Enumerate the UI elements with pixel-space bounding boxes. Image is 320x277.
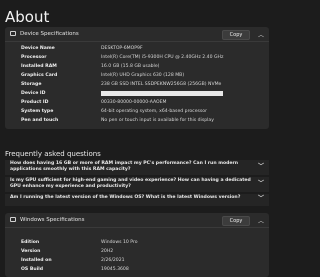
spec-value: No pen or touch input is available for t… [101,118,214,123]
spec-row-os-build: OS Build 19045.3608 [5,265,269,274]
faq-item[interactable]: How does having 16 GB or more of RAM imp… [5,160,269,175]
spec-key: OS Build [21,267,44,272]
spec-row-product-id: Product ID 00330-80000-00000-AAOEM [5,98,269,107]
spec-row-system-type: System type 64-bit operating system, x64-… [5,107,269,116]
chevron-up-icon[interactable]: ︿ [258,30,264,39]
device-specifications-card: Device Specifications Copy ︿ Device Name… [5,27,269,129]
spec-value: 20H2 [101,249,114,254]
spec-key: Pen and touch [21,118,59,123]
copy-windows-specs-button[interactable]: Copy [222,216,250,226]
spec-key: Product ID [21,100,49,105]
faq-question: How does having 16 GB or more of RAM imp… [10,161,239,172]
spec-value: DESKTOP-6MOP9F [101,46,143,51]
spec-key: Processor [21,55,47,60]
spec-value: 00330-80000-00000-AAOEM [101,100,167,105]
faq-question: Is my GPU sufficient for high-end gaming… [10,178,251,189]
device-specs-list: Device Name DESKTOP-6MOP9F Processor Intel… [5,44,269,125]
spec-row-graphics-card: Graphics Card Intel(R) UHD Graphics 630 (… [5,71,269,80]
page-title: About [5,8,50,26]
chevron-down-icon[interactable]: ﹀ [258,196,264,202]
spec-row-processor: Processor Intel(R) Core(TM) i5-9300H CPU … [5,53,269,62]
spec-key: Storage [21,82,42,87]
spec-key: System type [21,109,54,114]
spec-row-device-name: Device Name DESKTOP-6MOP9F [5,44,269,53]
spec-key: Installed on [21,258,52,263]
device-specifications-header[interactable]: Device Specifications Copy ︿ [5,27,269,41]
spec-value: Intel(R) Core(TM) i5-9300H CPU @ 2.40GHz… [101,55,224,60]
spec-key: Device Name [21,46,55,51]
card-divider [5,227,269,228]
chevron-up-icon[interactable]: ︿ [258,216,264,225]
spec-value: Intel(R) UHD Graphics 630 (128 MB) [101,73,185,78]
spec-key: Edition [21,240,40,245]
faq-question: Am I running the latest version of the W… [10,195,241,200]
about-page: About Device Specifications Copy ︿ Devic… [0,0,272,277]
chevron-down-icon[interactable]: ﹀ [258,181,264,187]
spec-value: 64-bit operating system, x64-based proce… [101,109,208,114]
spec-row-installed-ram: Installed RAM 16.0 GB (15.8 GB usable) [5,62,269,71]
spec-row-edition: Edition Windows 10 Pro [5,238,269,247]
spec-value: 238 GB SSD INTEL SSDPEKNW256G8 (256GB) N… [101,82,222,87]
faq-item[interactable]: Am I running the latest version of the W… [5,194,269,206]
spec-row-installed-on: Installed on 2/26/2021 [5,256,269,265]
spec-row-version: Version 20H2 [5,247,269,256]
spec-key: Graphics Card [21,73,58,78]
spec-row-pen-and-touch: Pen and touch No pen or touch input is av… [5,116,269,125]
windows-specifications-header[interactable]: Windows Specifications Copy ︿ [5,213,269,227]
spec-value: 16.0 GB (15.8 GB usable) [101,64,160,69]
faq-title: Frequently asked questions [5,150,101,158]
spec-value: 2/26/2021 [101,258,125,263]
spec-key: Version [21,249,41,254]
windows-specifications-title: Windows Specifications [20,217,85,223]
spec-value: 19045.3608 [101,267,129,272]
redacted-value [101,91,223,96]
spec-row-storage: Storage 238 GB SSD INTEL SSDPEKNW256G8 (2… [5,80,269,89]
spec-value: Windows 10 Pro [101,240,138,245]
faq-item[interactable]: Is my GPU sufficient for high-end gaming… [5,177,269,192]
device-specifications-title: Device Specifications [20,31,79,37]
spec-key: Device ID [21,91,46,96]
windows-icon [10,217,16,222]
card-divider [5,41,269,42]
copy-device-specs-button[interactable]: Copy [222,30,250,40]
spec-key: Installed RAM [21,64,57,69]
chevron-down-icon[interactable]: ﹀ [258,164,264,170]
spec-row-device-id: Device ID [5,89,269,98]
windows-specifications-card: Windows Specifications Copy ︿ Edition Win… [5,213,269,277]
monitor-icon [10,31,16,36]
